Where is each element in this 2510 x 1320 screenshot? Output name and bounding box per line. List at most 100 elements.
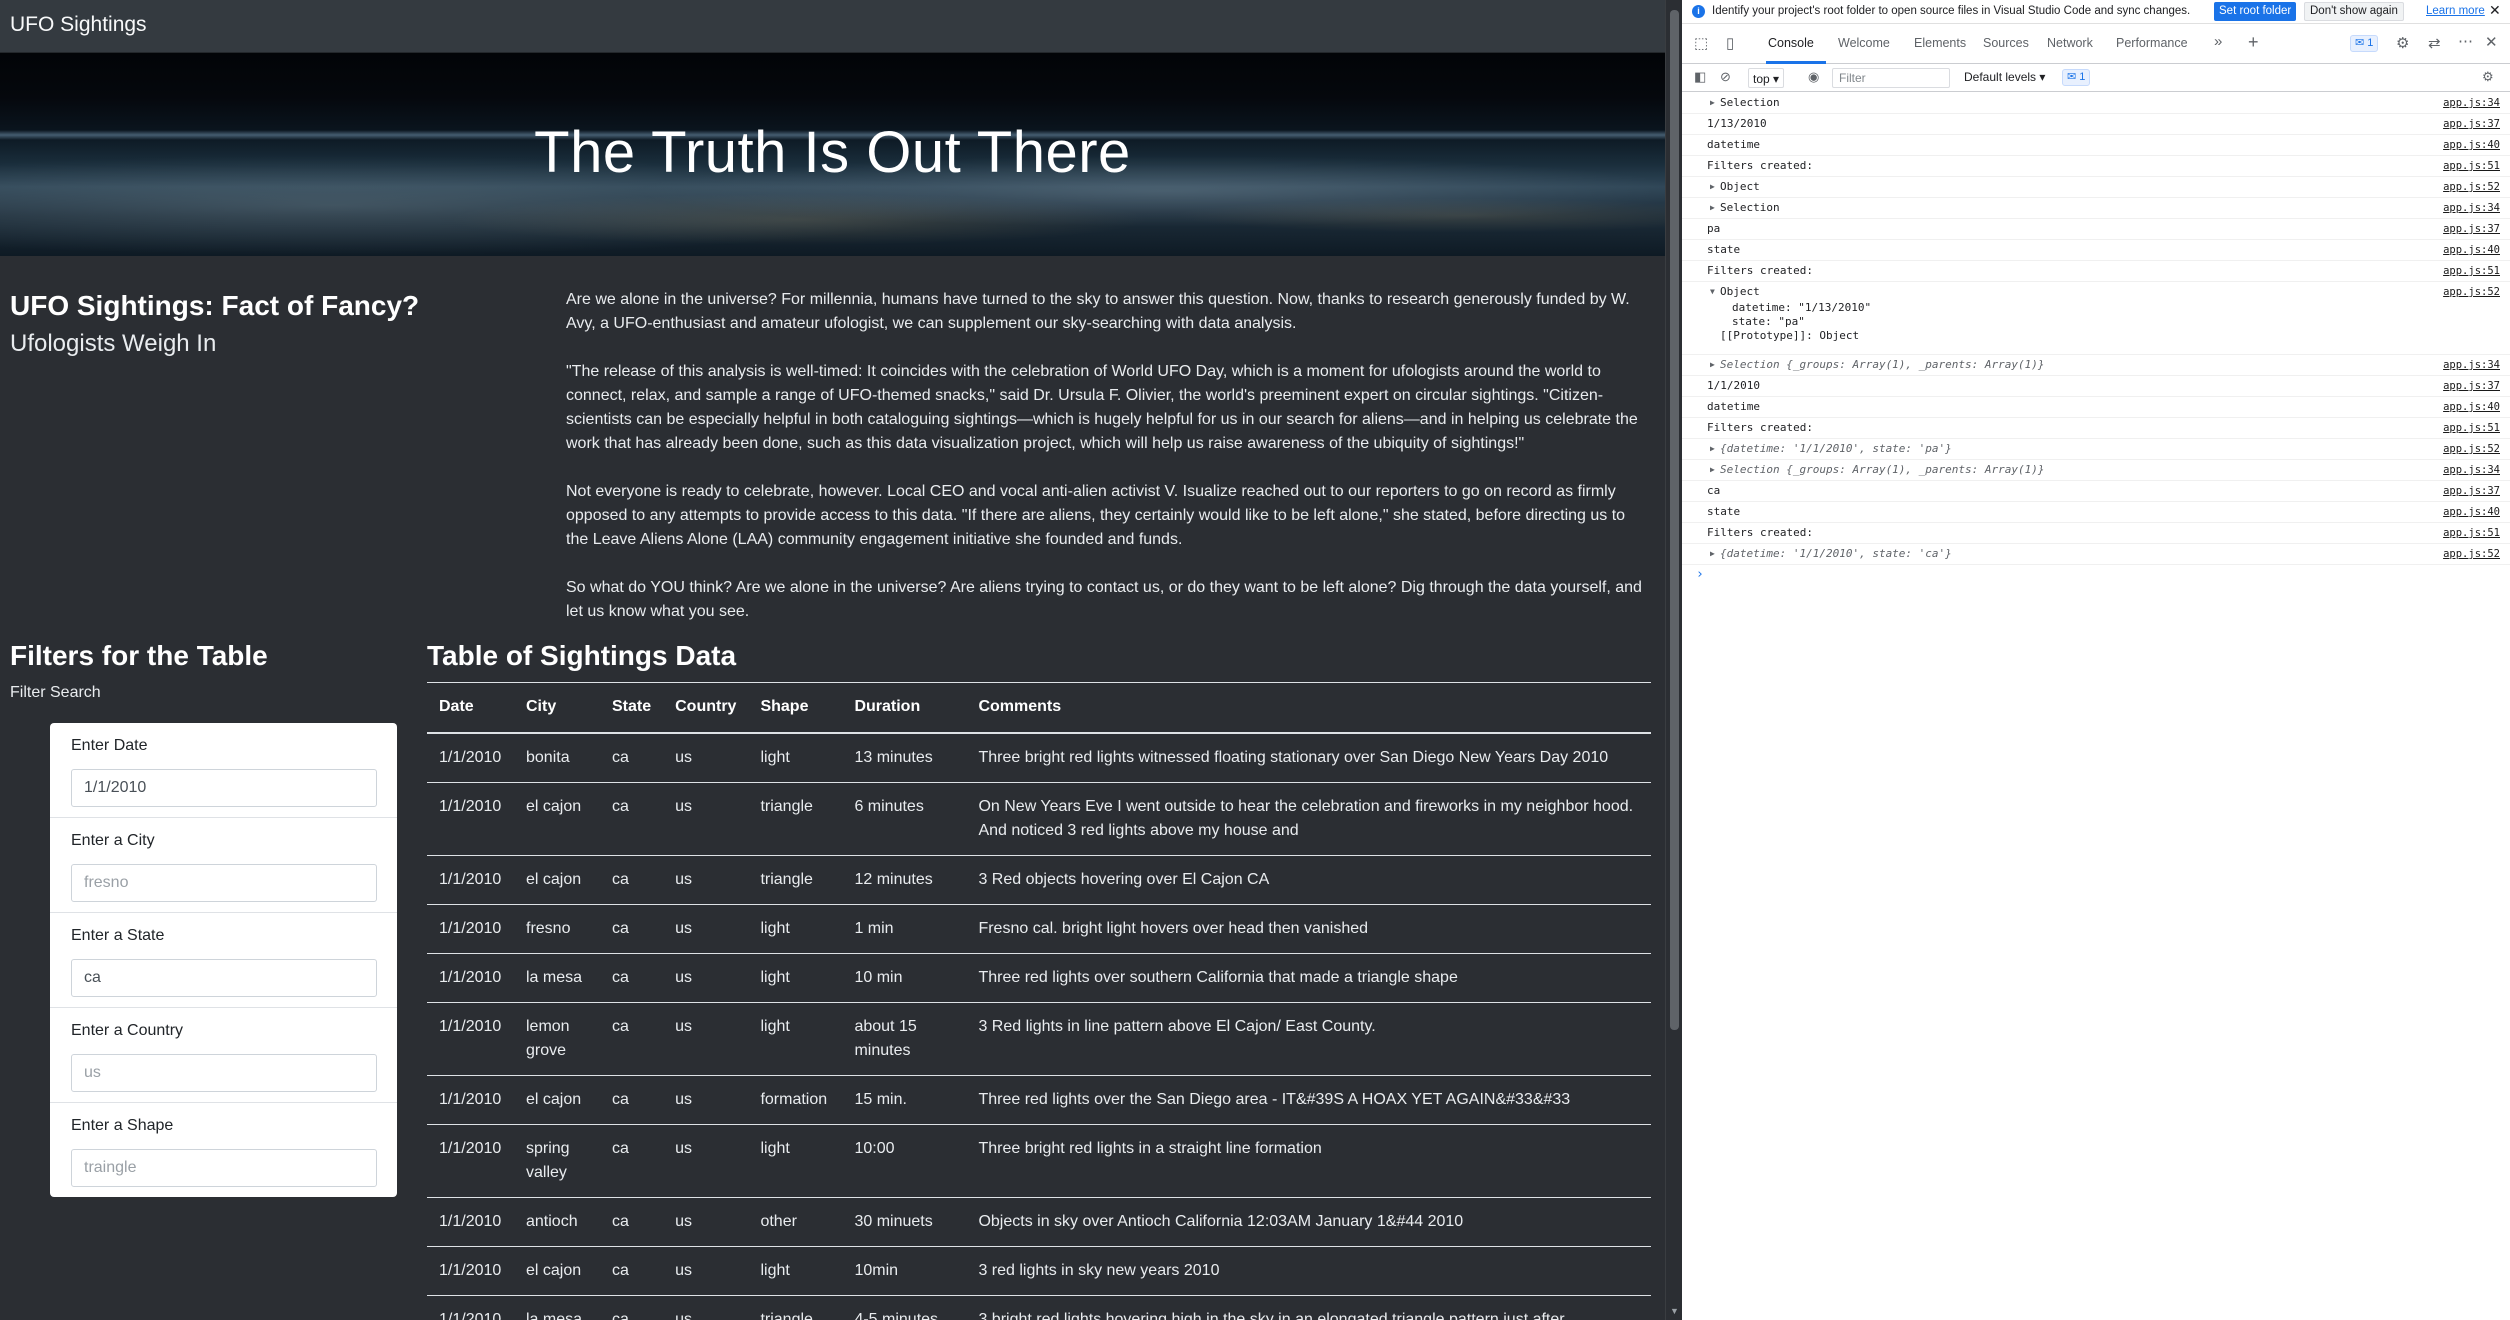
brand-link[interactable]: UFO Sightings: [10, 13, 147, 37]
shape-input[interactable]: [71, 1149, 377, 1187]
expand-triangle-icon[interactable]: ▶: [1710, 355, 1715, 375]
filter-label: Enter a City: [71, 832, 155, 849]
dont-show-again-button[interactable]: Don't show again: [2304, 2, 2404, 21]
close-devtools-icon[interactable]: ✕: [2485, 33, 2498, 51]
source-link[interactable]: app.js:51: [2443, 261, 2500, 281]
close-icon[interactable]: ✕: [2489, 2, 2501, 19]
cell-date: 1/1/2010: [427, 1075, 514, 1125]
tab-sources[interactable]: Sources: [1983, 36, 2029, 50]
context-select[interactable]: top ▾: [1748, 68, 1785, 88]
sidebar-toggle-icon[interactable]: ◧: [1694, 69, 1706, 85]
filter-search-label: Filter Search: [10, 684, 101, 701]
more-options-icon[interactable]: ⋯: [2458, 32, 2473, 50]
country-input[interactable]: [71, 1054, 377, 1092]
console-message[interactable]: ▶ Selection app.js:34: [1682, 93, 2510, 114]
expand-triangle-icon[interactable]: ▶: [1710, 177, 1715, 197]
info-icon: i: [1692, 5, 1705, 18]
source-link[interactable]: app.js:37: [2443, 481, 2500, 501]
expand-triangle-icon[interactable]: ▶: [1710, 544, 1715, 564]
source-link[interactable]: app.js:34: [2443, 198, 2500, 218]
source-link[interactable]: app.js:34: [2443, 93, 2500, 113]
expand-triangle-icon[interactable]: ▶: [1710, 93, 1715, 113]
source-link[interactable]: app.js:52: [2443, 282, 2500, 302]
console-message[interactable]: ▶ {datetime: '1/1/2010', state: 'ca'} app.…: [1682, 544, 2510, 565]
console-message-text: Filters created:: [1707, 264, 1813, 277]
source-link[interactable]: app.js:51: [2443, 418, 2500, 438]
console-prompt-icon: ›: [1696, 567, 1704, 582]
tab-network[interactable]: Network: [2047, 36, 2093, 50]
scroll-down-arrow-icon[interactable]: ▼: [1670, 1306, 1679, 1316]
source-link[interactable]: app.js:40: [2443, 135, 2500, 155]
cell-country: us: [663, 1002, 749, 1076]
cell-country: us: [663, 953, 749, 1003]
source-link[interactable]: app.js:37: [2443, 114, 2500, 134]
expand-triangle-icon[interactable]: ▶: [1710, 439, 1715, 459]
console-issues-badge[interactable]: ✉ 1: [2062, 69, 2091, 86]
live-expression-eye-icon[interactable]: ◉: [1808, 69, 1819, 85]
console-message-text: Filters created:: [1707, 421, 1813, 434]
add-tab-icon[interactable]: +: [2248, 32, 2259, 53]
issues-badge[interactable]: ✉ 1: [2350, 35, 2379, 52]
console-message[interactable]: ▶ Object app.js:52: [1682, 177, 2510, 198]
log-levels-dropdown[interactable]: Default levels ▾: [1964, 70, 2045, 84]
console-message-text: state: [1707, 243, 1741, 256]
console-message[interactable]: ▶ Selection {_groups: Array(1), _parents:…: [1682, 460, 2510, 481]
console-filter-input[interactable]: Filter: [1832, 68, 1950, 88]
source-link[interactable]: app.js:37: [2443, 376, 2500, 396]
tab-welcome[interactable]: Welcome: [1838, 36, 1890, 50]
tab-console[interactable]: Console: [1768, 36, 1814, 50]
source-link[interactable]: app.js:34: [2443, 355, 2500, 375]
cell-date: 1/1/2010: [427, 782, 514, 856]
cell-duration: 10:00: [842, 1124, 967, 1198]
clear-console-icon[interactable]: ⊘: [1720, 69, 1731, 85]
article-paragraph: Are we alone in the universe? For millen…: [566, 291, 1630, 332]
collapse-triangle-icon[interactable]: ▼: [1710, 282, 1715, 302]
set-root-folder-button[interactable]: Set root folder: [2214, 2, 2297, 21]
cell-comments: 3 bright red lights hovering high in the…: [966, 1295, 1651, 1320]
devtools-infobar: i Identify your project's root folder to…: [1682, 0, 2510, 24]
source-link[interactable]: app.js:34: [2443, 460, 2500, 480]
cell-city: la mesa: [514, 1295, 600, 1320]
settings-gear-icon[interactable]: ⚙: [2396, 34, 2409, 52]
inspect-element-icon[interactable]: ⬚: [1694, 34, 1708, 52]
console-prompt-row[interactable]: ›: [1682, 565, 2510, 586]
console-settings-gear-icon[interactable]: ⚙: [2482, 69, 2494, 85]
source-link[interactable]: app.js:40: [2443, 240, 2500, 260]
cell-country: us: [663, 782, 749, 856]
scrollbar-thumb[interactable]: [1670, 10, 1679, 1030]
cell-date: 1/1/2010: [427, 1197, 514, 1247]
expand-triangle-icon[interactable]: ▶: [1710, 460, 1715, 480]
console-message[interactable]: ▶ Selection {_groups: Array(1), _parents:…: [1682, 355, 2510, 376]
tab-performance[interactable]: Performance: [2116, 36, 2188, 50]
cell-date: 1/1/2010: [427, 1295, 514, 1320]
console-message[interactable]: ▶ Selection app.js:34: [1682, 198, 2510, 219]
city-input[interactable]: [71, 864, 377, 902]
source-link[interactable]: app.js:40: [2443, 397, 2500, 417]
cell-comments: 3 Red lights in line pattern above El Ca…: [966, 1002, 1651, 1076]
tab-elements[interactable]: Elements: [1914, 36, 1966, 50]
state-input[interactable]: [71, 959, 377, 997]
console-message-text: Object: [1720, 285, 1760, 298]
source-link[interactable]: app.js:51: [2443, 156, 2500, 176]
device-toolbar-icon[interactable]: ▯: [1726, 34, 1734, 52]
expand-triangle-icon[interactable]: ▶: [1710, 198, 1715, 218]
source-link[interactable]: app.js:40: [2443, 502, 2500, 522]
source-link[interactable]: app.js:52: [2443, 439, 2500, 459]
console-message[interactable]: ▼ Object app.js:52 datetime: "1/13/2010" sta…: [1682, 282, 2510, 355]
date-input[interactable]: [71, 769, 377, 807]
more-tabs-icon[interactable]: »: [2214, 33, 2222, 50]
cell-duration: 12 minutes: [842, 855, 967, 905]
source-link[interactable]: app.js:52: [2443, 177, 2500, 197]
object-property[interactable]: [[Prototype]]: Object: [1720, 328, 1859, 344]
customize-icon[interactable]: ⇄: [2428, 34, 2441, 52]
cell-shape: formation: [748, 1075, 843, 1125]
source-link[interactable]: app.js:37: [2443, 219, 2500, 239]
cell-date: 1/1/2010: [427, 1002, 514, 1076]
console-message: state app.js:40: [1682, 502, 2510, 523]
page-scrollbar[interactable]: ▼: [1665, 0, 1682, 1320]
console-message[interactable]: ▶ {datetime: '1/1/2010', state: 'pa'} app.…: [1682, 439, 2510, 460]
source-link[interactable]: app.js:52: [2443, 544, 2500, 564]
source-link[interactable]: app.js:51: [2443, 523, 2500, 543]
learn-more-link[interactable]: Learn more: [2426, 5, 2485, 17]
console-message: Filters created: app.js:51: [1682, 523, 2510, 544]
